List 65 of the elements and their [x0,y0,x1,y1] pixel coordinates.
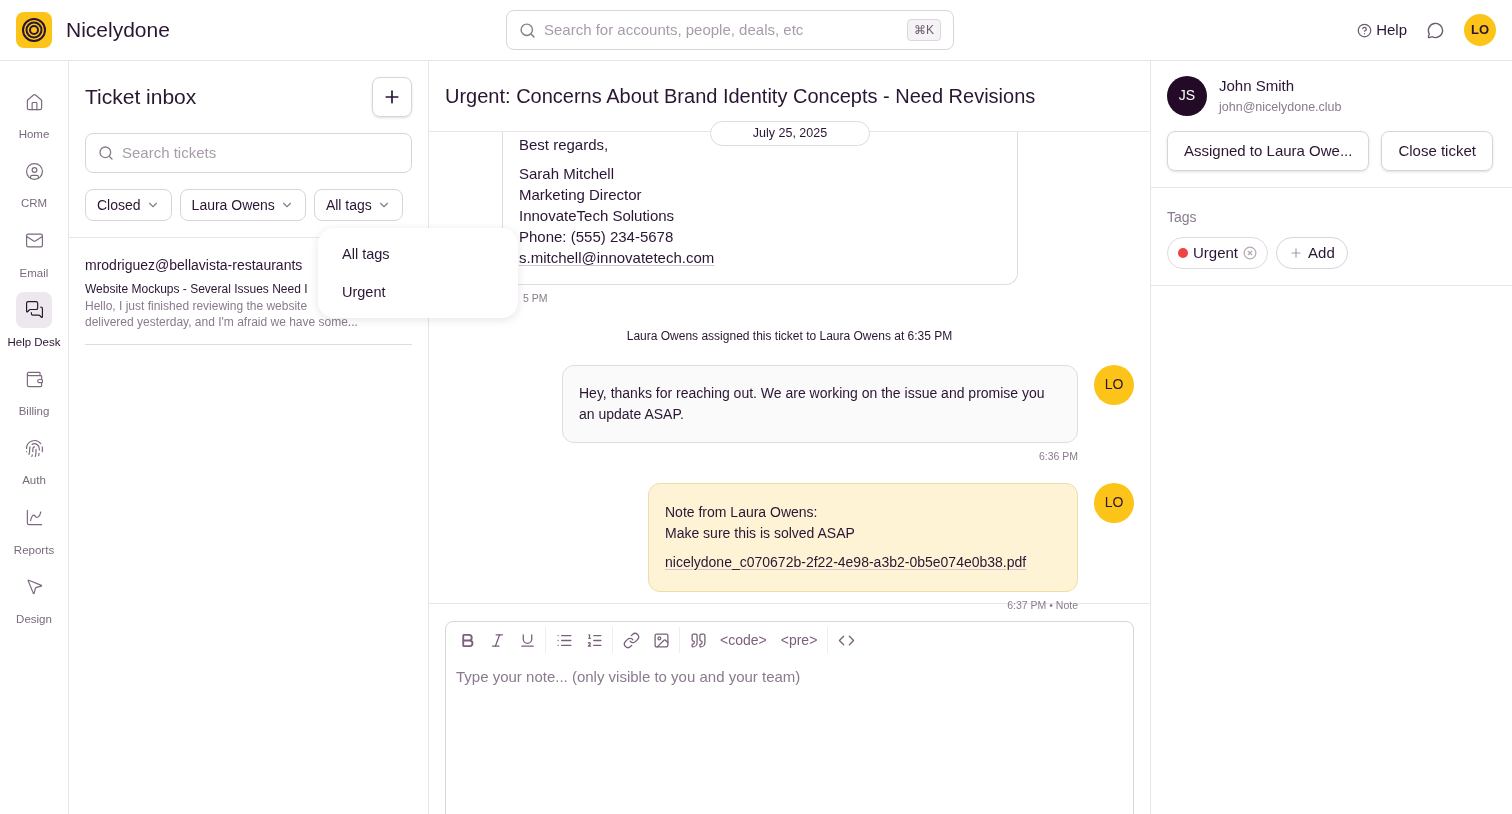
assignee-button[interactable]: Assigned to Laura Owe... [1167,131,1370,172]
person-icon [24,161,44,181]
date-pill: July 25, 2025 [710,121,870,146]
toolbar-button[interactable]: <code> [713,629,774,651]
sidebar-item[interactable]: Design [16,568,52,628]
wallet-icon [24,369,44,389]
email-text: InnovateTech Solutions [519,206,676,226]
envelope-icon [24,231,44,250]
ticket-preview: Hello, I just finished reviewing the website [85,298,308,314]
tags-label: Tags [1167,209,1197,226]
global-search-field[interactable]: Search for accounts, people, deals, etc ⌘K [506,10,954,50]
app-name: Nicelydone [66,17,171,44]
note-input[interactable]: Type your note... (only visible to you and your team) [446,658,1133,814]
ticket-subject: Website Mockups - Several Issues Need I [85,281,308,298]
new-ticket-button[interactable] [372,77,412,117]
email-link[interactable]: s.mitchell@innovatetech.com [519,247,715,268]
ticket-title: Urgent: Concerns About Brand Identity Concepts - Need Revisions [445,84,1036,109]
user-avatar[interactable]: LO [1464,14,1496,46]
filter-dropdown[interactable]: Laura Owens [179,189,306,221]
inbox-title: Ticket inbox [85,84,197,111]
sidebar-item[interactable]: Help Desk [7,291,61,351]
plus-icon [1289,246,1304,261]
ticket-preview: delivered yesterday, and I'm afraid we have some... [85,314,358,330]
author-avatar: LO [1094,364,1134,405]
email-text: Marketing Director [519,185,643,205]
ticket-search-input[interactable]: Search tickets [122,141,399,165]
attachment-link[interactable]: nicelydone_c070672b-2f22-4e98-a3b2-0b5e074e0b38.pdf [665,551,1061,573]
sidebar-item[interactable]: CRM [16,153,52,213]
search-icon [519,21,536,39]
sidebar-item[interactable]: Billing [16,361,52,421]
toolbar-button[interactable]: <pre> [773,629,825,651]
message-text: Make sure this is solved ASAP [665,523,856,543]
ticket-search-field[interactable]: Search tickets [85,133,412,173]
system-message: Laura Owens assigned this ticket to Laura Owens at 6:35 PM [625,327,954,345]
chat-icon[interactable] [1427,21,1444,39]
note-editor[interactable]: <code> <pre> Type your note... (only visible to you and your team) [445,621,1134,814]
email-text: Sarah Mitchell [519,164,616,184]
note-heading: Note from Laura Owens: [665,502,819,522]
logo-icon [16,12,52,48]
ticket-sender: mrodriguez@bellavista-restaurants [85,256,303,275]
fingerprint-icon [24,438,44,458]
search-icon [98,145,114,161]
house-icon [24,92,44,112]
search-input[interactable]: Search for accounts, people, deals, etc [544,18,899,42]
sidebar-item[interactable]: Email [16,222,52,282]
filter-dropdown[interactable]: Closed [85,189,172,221]
message-text: Hey, thanks for reaching out. We are working on the issue and promise you an update ASAP. [579,383,1046,424]
contact-avatar: JS [1167,75,1207,116]
contact-email: john@nicelydone.club [1219,98,1342,116]
message-time: 6:37 PM • Note [1007,597,1078,613]
help-icon [1357,22,1373,38]
chart-icon [24,508,44,527]
close-ticket-button[interactable]: Close ticket [1381,131,1493,172]
message-time: 6:36 PM [1038,448,1078,464]
sidebar-item[interactable]: Auth [16,430,52,490]
shortcut-hint: ⌘K [907,19,941,41]
sidebar-item[interactable]: Reports [13,499,55,559]
chat-bubbles-icon [24,300,44,320]
help-button[interactable]: Help [1357,18,1407,42]
email-text: Phone: (555) 234-5678 [519,227,675,247]
message-time: 5 PM [523,291,548,306]
author-avatar: LO [1094,482,1134,523]
contact-name: John Smith [1219,76,1296,96]
filter-dropdown[interactable]: All tags [313,189,403,221]
sidebar-item[interactable]: Home [16,84,52,144]
